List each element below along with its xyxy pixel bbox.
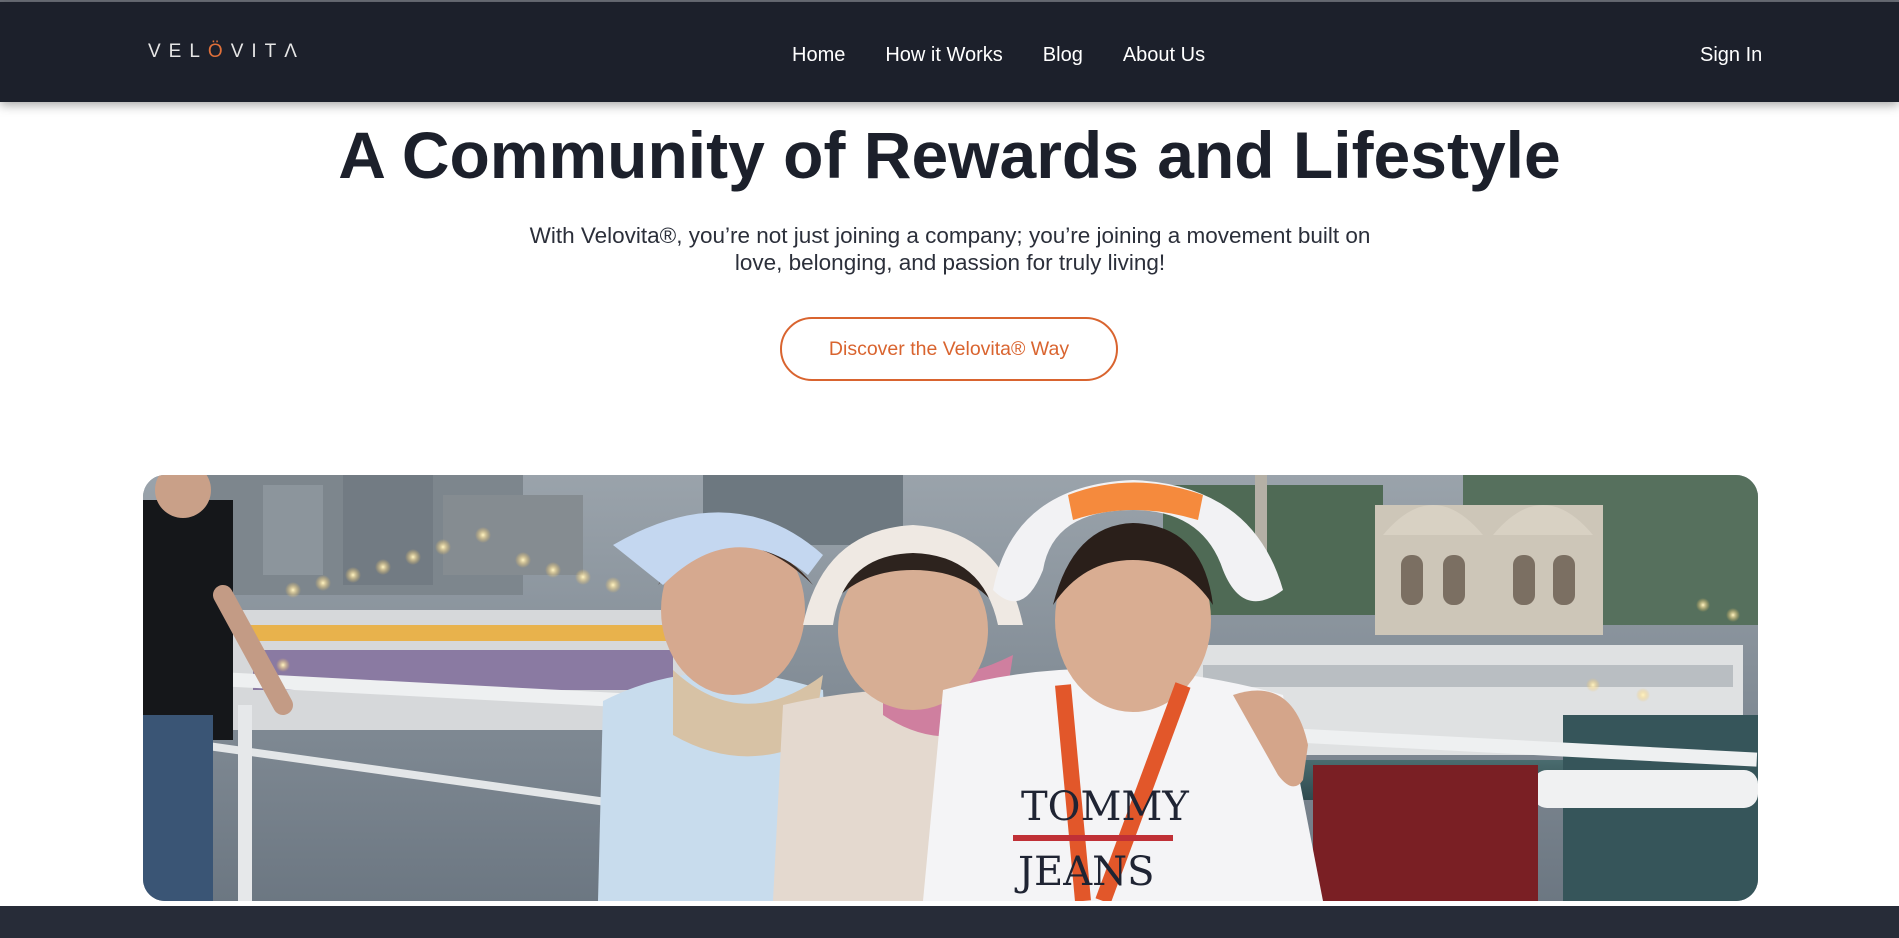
discover-button[interactable]: Discover the Velovita® Way [780, 317, 1118, 381]
nav-blog[interactable]: Blog [1043, 40, 1083, 70]
shirt-text-jeans: JEANS [1014, 849, 1155, 895]
nav-how-it-works[interactable]: How it Works [885, 40, 1002, 70]
hero-title: A Community of Rewards and Lifestyle [338, 118, 1561, 192]
shirt-text-tommy: TOMMY [1021, 784, 1189, 830]
velovita-logo[interactable]: VELÖVITΛ [148, 40, 305, 64]
footer-strip [0, 906, 1899, 938]
main-nav: Home How it Works Blog About Us [792, 40, 1205, 70]
nav-about-us[interactable]: About Us [1123, 40, 1205, 70]
sign-in-link[interactable]: Sign In [1700, 40, 1762, 70]
nav-home[interactable]: Home [792, 40, 845, 70]
logo-accent-letter: Ö [207, 41, 231, 62]
hero-photo: TOMMY JEANS [143, 475, 1758, 901]
hero-subtitle: With Velovita®, you’re not just joining … [529, 223, 1371, 275]
site-header: VELÖVITΛ Home How it Works Blog About Us… [0, 2, 1899, 102]
